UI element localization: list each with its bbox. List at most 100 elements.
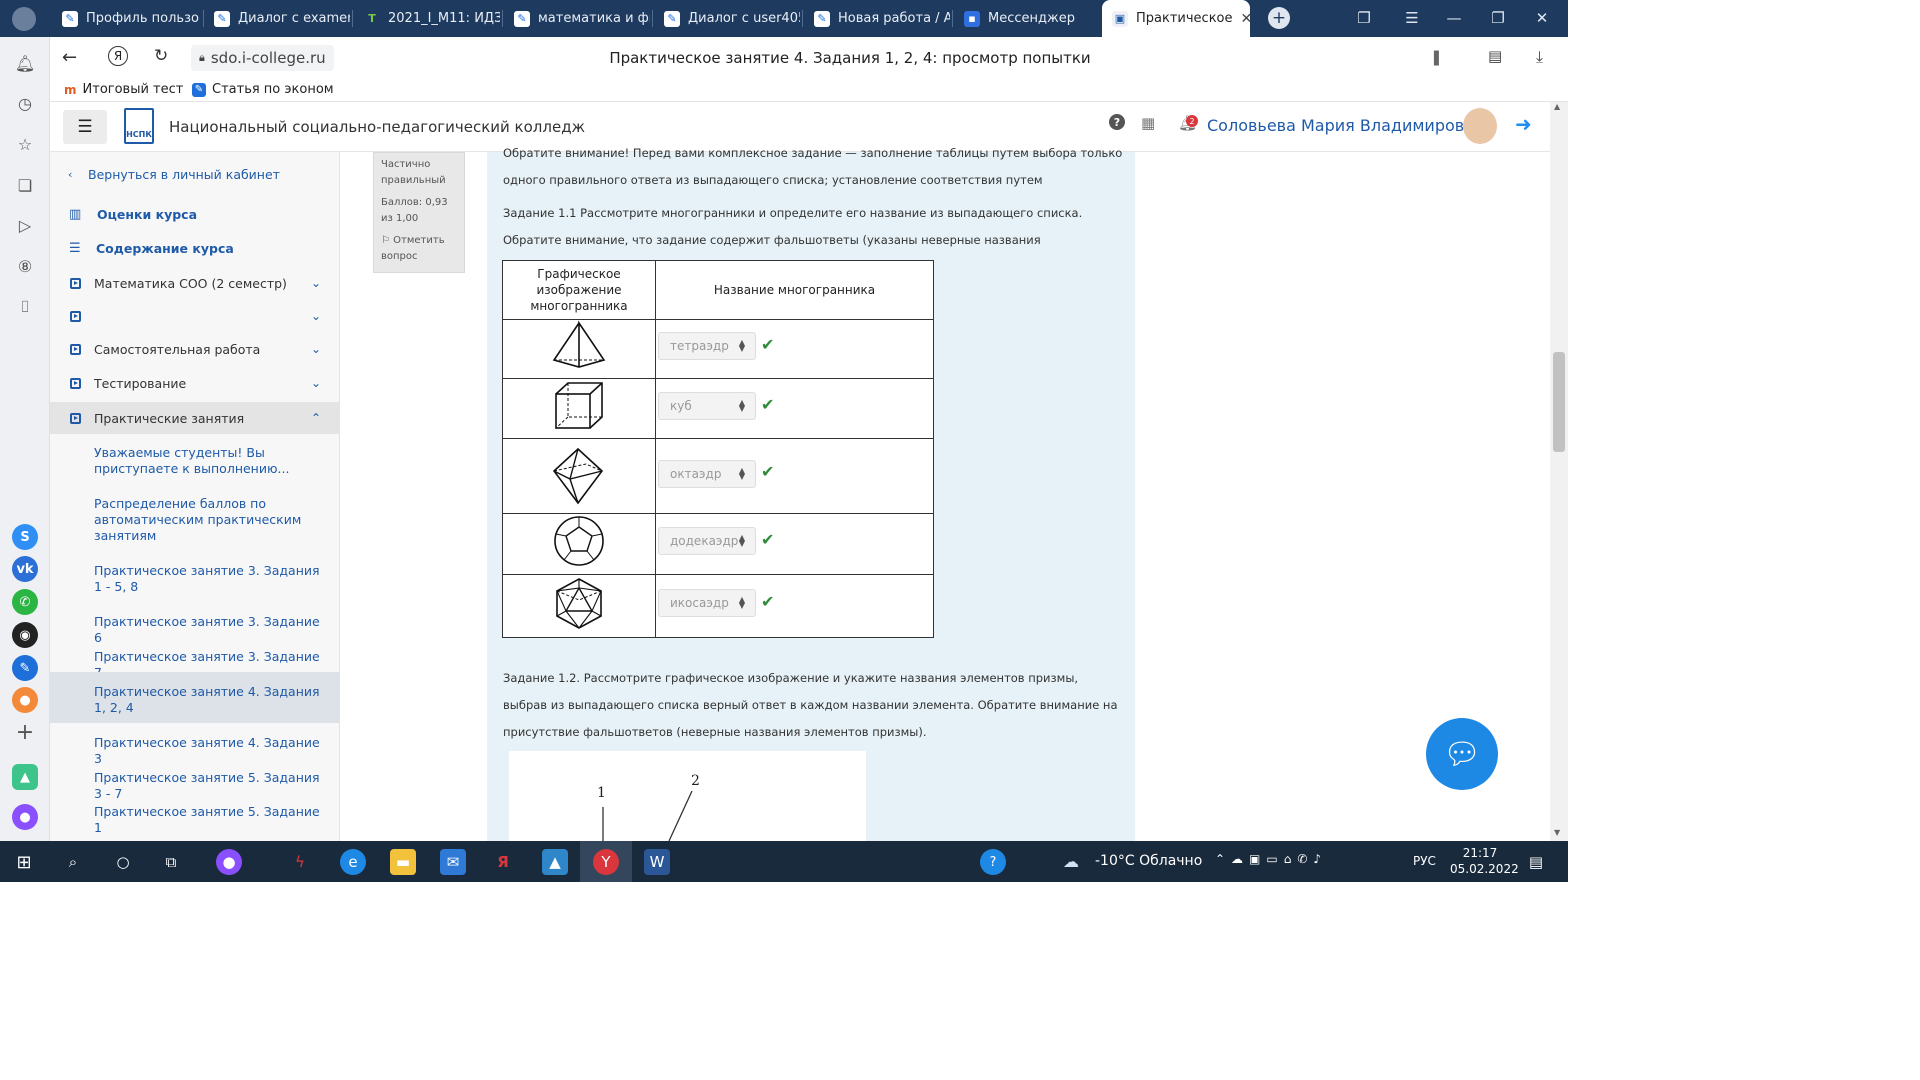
answer-select-5[interactable]: икосаэдр ▲ ▼ xyxy=(658,589,756,617)
clock[interactable]: 21:17 05.02.2022 xyxy=(1450,845,1519,877)
close-window-icon[interactable]: ✕ xyxy=(1528,6,1556,30)
logout-icon[interactable]: ➜ xyxy=(1515,112,1532,136)
edge-icon[interactable]: e xyxy=(340,849,366,875)
hamburger-menu-button[interactable]: ☰ xyxy=(63,110,107,144)
answer-select-2[interactable]: куб ▲ ▼ xyxy=(658,392,756,420)
section-practical[interactable]: Практические занятия ⌃ xyxy=(50,402,339,434)
nav-link-pz3-1[interactable]: Практическое занятие 3. Задания 1 - 5, 8 xyxy=(94,563,324,595)
grades-link[interactable]: ▥ Оценки курса xyxy=(50,204,339,224)
language-indicator[interactable]: РУС xyxy=(1413,854,1436,868)
mail-icon[interactable]: ✉ xyxy=(440,849,466,875)
contents-link[interactable]: ☰ Содержание курса xyxy=(50,238,339,258)
menu-icon[interactable]: ☰ xyxy=(1398,6,1426,30)
tray-icons[interactable]: ⌃☁▣▭⌂✆♪ xyxy=(1215,852,1327,866)
help-tray-icon[interactable]: ? xyxy=(980,849,1006,875)
download-icon[interactable]: ⤓ xyxy=(1536,47,1543,67)
answer-select-4[interactable]: додекаэдр ▲ ▼ xyxy=(658,527,756,555)
task-view-icon[interactable]: ⧉ xyxy=(158,849,184,875)
close-tab-icon[interactable]: ✕ xyxy=(1241,11,1251,27)
camera-icon[interactable]: ⌷ xyxy=(13,295,37,319)
back-arrow-icon[interactable]: ← xyxy=(62,47,77,68)
reload-icon[interactable]: ↻ xyxy=(154,46,168,66)
app-icon[interactable]: ◉ xyxy=(12,622,38,648)
star-icon[interactable]: ☆ xyxy=(13,132,37,156)
image-app-icon[interactable]: ▲ xyxy=(12,764,38,790)
tab-1[interactable]: ✎ Профиль пользо xyxy=(52,4,200,33)
scrollbar[interactable]: ▲ ▼ xyxy=(1550,102,1568,841)
minimize-icon[interactable]: — xyxy=(1440,6,1468,30)
word-icon[interactable]: W xyxy=(644,849,670,875)
back-link[interactable]: ‹ Вернуться в личный кабинет xyxy=(50,165,339,183)
notifications-icon[interactable]: ▤ xyxy=(1523,849,1549,875)
history-icon[interactable]: ◷ xyxy=(13,91,37,115)
photos-icon[interactable]: ▲ xyxy=(542,849,568,875)
eight-icon[interactable]: ⑧ xyxy=(13,254,37,278)
nav-link-points[interactable]: Распределение баллов по автоматическим п… xyxy=(94,496,324,544)
answer-select-1[interactable]: тетраэдр ▲ ▼ xyxy=(658,332,756,360)
section-testing[interactable]: Тестирование ⌄ xyxy=(50,372,339,394)
section-selfwork[interactable]: Самостоятельная работа ⌄ xyxy=(50,338,339,360)
url-field[interactable]: 🔒︎ sdo.i-college.ru xyxy=(191,45,334,71)
flag-question-link[interactable]: ⚐ Отметить вопрос xyxy=(381,233,457,265)
yandex-app-icon[interactable]: Я xyxy=(490,849,516,875)
nav-link-pz5-1[interactable]: Практическое занятие 5. Задание 1 xyxy=(94,804,324,836)
tab-manager-icon[interactable]: ❐ xyxy=(1350,6,1378,30)
collections-icon[interactable]: ❏ xyxy=(13,173,37,197)
nav-link-pz3-6[interactable]: Практическое занятие 3. Задание 6 xyxy=(94,614,324,646)
folder-icon[interactable]: ▬ xyxy=(390,849,416,875)
bookmark-1[interactable]: m Итоговый тест xyxy=(64,82,183,97)
select-arrows-icon: ▲ ▼ xyxy=(738,466,745,481)
skype-icon[interactable]: S xyxy=(12,524,38,550)
windows-start-icon[interactable]: ⊞ xyxy=(11,849,37,875)
calendar-icon[interactable]: ▦ xyxy=(1141,114,1155,132)
section-empty[interactable]: ⌄ xyxy=(50,305,339,327)
add-app-icon[interactable]: + xyxy=(13,720,37,745)
app-bolt-icon[interactable]: ϟ xyxy=(287,849,313,875)
tetrahedron-image xyxy=(549,320,609,372)
tab-2[interactable]: ✎ Диалог с examer xyxy=(204,4,350,33)
tab-4[interactable]: ✎ математика и фи xyxy=(504,4,650,33)
answer-select-3[interactable]: октаэдр ▲ ▼ xyxy=(658,460,756,488)
bell-icon[interactable]: 🔔︎ xyxy=(13,51,37,75)
alice-icon[interactable]: ● xyxy=(12,804,38,830)
vk-icon[interactable]: vk xyxy=(12,556,38,582)
search-icon[interactable]: ⌕ xyxy=(60,849,86,875)
whatsapp-icon[interactable]: ✆ xyxy=(12,589,38,615)
user-name[interactable]: Соловьева Мария Владимировна xyxy=(1207,116,1484,135)
tab-3[interactable]: T 2021_I_M11: ИДЗ xyxy=(354,4,500,33)
avatar[interactable] xyxy=(1463,108,1497,144)
reader-icon[interactable]: ▤ xyxy=(1488,47,1502,65)
weather-text[interactable]: -10°C Облачно xyxy=(1095,853,1202,869)
bookmarks-bar: m Итоговый тест ✎ Статья по эконом xyxy=(50,79,1568,102)
check-icon: ✔ xyxy=(761,335,775,354)
alice-icon[interactable]: ● xyxy=(216,849,242,875)
new-tab-button[interactable]: + xyxy=(1268,7,1290,29)
profile-avatar[interactable] xyxy=(12,7,36,31)
chevron-down-icon: ⌄ xyxy=(310,376,321,390)
college-logo[interactable]: НСПК xyxy=(124,108,154,144)
nav-link-pz4-3[interactable]: Практическое занятие 4. Задание 3 xyxy=(94,735,324,767)
orange-app-icon[interactable]: ● xyxy=(12,687,38,713)
edit-app-icon[interactable]: ✎ xyxy=(12,655,38,681)
scroll-up-icon[interactable]: ▲ xyxy=(1554,102,1560,111)
tab-active[interactable]: ▣ Практическое ✕ xyxy=(1102,0,1250,37)
scrollbar-thumb[interactable] xyxy=(1553,352,1565,452)
nav-link-pz4-current[interactable]: Практическое занятие 4. Задания 1, 2, 4 xyxy=(94,684,324,716)
yandex-browser-icon[interactable]: Y xyxy=(593,849,619,875)
yandex-icon[interactable]: Я xyxy=(108,46,128,66)
chat-button[interactable]: 💬︎ xyxy=(1426,718,1498,790)
maximize-icon[interactable]: ❐ xyxy=(1484,6,1512,30)
tab-6[interactable]: ✎ Новая работа / А xyxy=(804,4,950,33)
bookmark-icon[interactable]: ❚ xyxy=(1430,48,1443,66)
tab-7[interactable]: ▪ Мессенджер xyxy=(954,4,1100,33)
section-math[interactable]: Математика СОО (2 семестр) ⌄ xyxy=(50,272,339,294)
bookmark-2[interactable]: ✎ Статья по эконом xyxy=(192,82,334,97)
tab-5[interactable]: ✎ Диалог с user405 xyxy=(654,4,800,33)
scroll-down-icon[interactable]: ▼ xyxy=(1554,828,1560,837)
nav-link-intro[interactable]: Уважаемые студенты! Вы приступаете к вып… xyxy=(94,445,324,477)
nav-link-pz5-3[interactable]: Практическое занятие 5. Задания 3 - 7 xyxy=(94,770,324,802)
cortana-icon[interactable]: ○ xyxy=(110,849,136,875)
play-icon[interactable]: ▷ xyxy=(13,213,37,237)
select-arrows-icon: ▲ ▼ xyxy=(738,338,745,353)
help-icon[interactable]: ? xyxy=(1109,114,1125,130)
